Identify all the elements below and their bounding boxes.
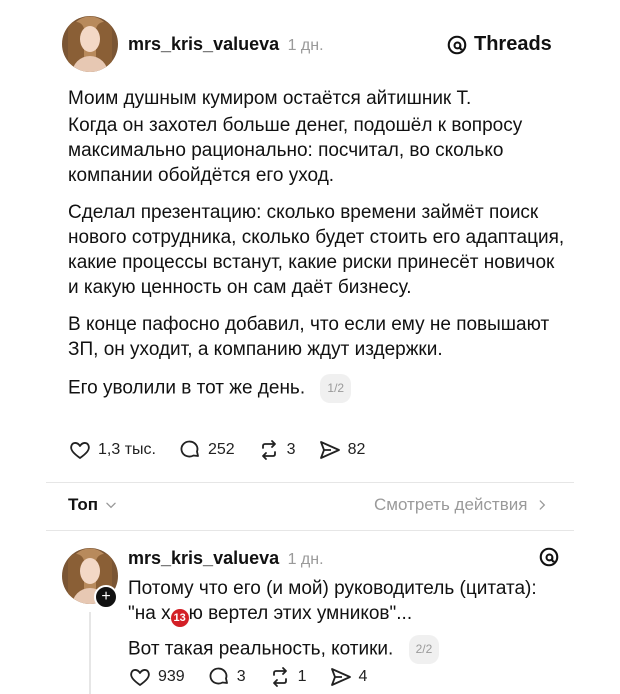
reply-text-fragment: "на х bbox=[128, 603, 171, 624]
reply-text-fragment: Вот такая реальность, котики. bbox=[128, 638, 394, 660]
threads-logo-icon[interactable] bbox=[538, 546, 560, 568]
reply-text-fragment: ю вертел этих умников"... bbox=[188, 603, 413, 624]
sort-label: Топ bbox=[68, 495, 98, 514]
post-paragraph: В конце пафосно добавил, что если ему не… bbox=[68, 314, 550, 360]
reply-header: mrs_kris_valueva 1 дн. bbox=[128, 548, 324, 569]
reply-line-2: "на х 13 ю вертел этих умников"... bbox=[128, 601, 568, 627]
threads-brand[interactable]: Threads bbox=[446, 33, 552, 56]
sort-dropdown[interactable]: Топ bbox=[68, 495, 118, 515]
reply-line: Потому что его (и мой) руководитель (цит… bbox=[128, 578, 537, 599]
brand-label: Threads bbox=[474, 33, 552, 55]
repost-button[interactable]: 3 bbox=[257, 438, 296, 462]
post-actions: 1,3 тыс. 252 3 82 bbox=[68, 438, 365, 462]
username[interactable]: mrs_kris_valueva bbox=[128, 34, 279, 54]
send-icon bbox=[330, 668, 351, 686]
page-indicator: 2/2 bbox=[408, 635, 440, 664]
divider bbox=[46, 530, 574, 531]
repost-icon bbox=[261, 440, 276, 460]
share-button[interactable]: 4 bbox=[329, 665, 368, 689]
like-count: 939 bbox=[158, 668, 185, 685]
post-body: Моим душным кумиром остаётся айтишник Т.… bbox=[68, 86, 568, 415]
no-under-18-emoji-icon: 13 bbox=[170, 609, 189, 627]
see-activity-label: Смотреть действия bbox=[374, 495, 528, 514]
avatar[interactable] bbox=[62, 16, 118, 72]
like-button[interactable]: 1,3 тыс. bbox=[68, 438, 156, 462]
share-button[interactable]: 82 bbox=[318, 438, 366, 462]
follow-plus-icon[interactable]: + bbox=[94, 585, 118, 609]
post-time: 1 дн. bbox=[287, 37, 324, 54]
repost-button[interactable]: 1 bbox=[268, 665, 307, 689]
post-paragraph: Когда он захотел больше денег, подошёл к… bbox=[68, 115, 523, 186]
heart-icon bbox=[130, 669, 150, 686]
repost-icon bbox=[272, 667, 287, 687]
post-paragraph: Сделал презентацию: сколько времени займ… bbox=[68, 202, 565, 298]
chevron-down-icon bbox=[106, 502, 116, 509]
post-paragraph: Его уволили в тот же день. bbox=[68, 377, 306, 399]
reply-actions: 939 3 1 4 bbox=[128, 665, 367, 689]
share-count: 82 bbox=[347, 441, 366, 458]
post-header: mrs_kris_valueva 1 дн. bbox=[128, 34, 324, 55]
page-indicator: 1/2 bbox=[320, 374, 352, 403]
divider bbox=[46, 482, 574, 483]
reply-line-3: Вот такая реальность, котики. 2/2 bbox=[128, 635, 568, 664]
share-count: 4 bbox=[358, 668, 368, 685]
post-paragraph: Моим душным кумиром остаётся айтишник Т. bbox=[68, 88, 472, 109]
repost-count: 1 bbox=[297, 668, 307, 685]
reply-body: Потому что его (и мой) руководитель (цит… bbox=[128, 576, 568, 664]
comment-button[interactable]: 3 bbox=[207, 665, 246, 689]
like-button[interactable]: 939 bbox=[128, 665, 185, 689]
reply-username[interactable]: mrs_kris_valueva bbox=[128, 548, 279, 568]
chevron-right-icon bbox=[540, 500, 546, 510]
comment-icon bbox=[180, 440, 199, 458]
post-paragraph-last: Его уволили в тот же день. 1/2 bbox=[68, 374, 568, 403]
like-count: 1,3 тыс. bbox=[98, 441, 156, 458]
repost-count: 3 bbox=[286, 441, 296, 458]
threads-logo-icon bbox=[447, 35, 467, 54]
send-icon bbox=[319, 441, 340, 459]
see-activity-link[interactable]: Смотреть действия bbox=[374, 495, 549, 515]
reply-time: 1 дн. bbox=[287, 551, 324, 568]
comment-count: 3 bbox=[236, 668, 246, 685]
comment-count: 252 bbox=[207, 441, 235, 458]
heart-icon bbox=[70, 442, 90, 459]
comment-button[interactable]: 252 bbox=[178, 438, 235, 462]
thread-line bbox=[89, 612, 91, 694]
comment-icon bbox=[209, 667, 228, 685]
